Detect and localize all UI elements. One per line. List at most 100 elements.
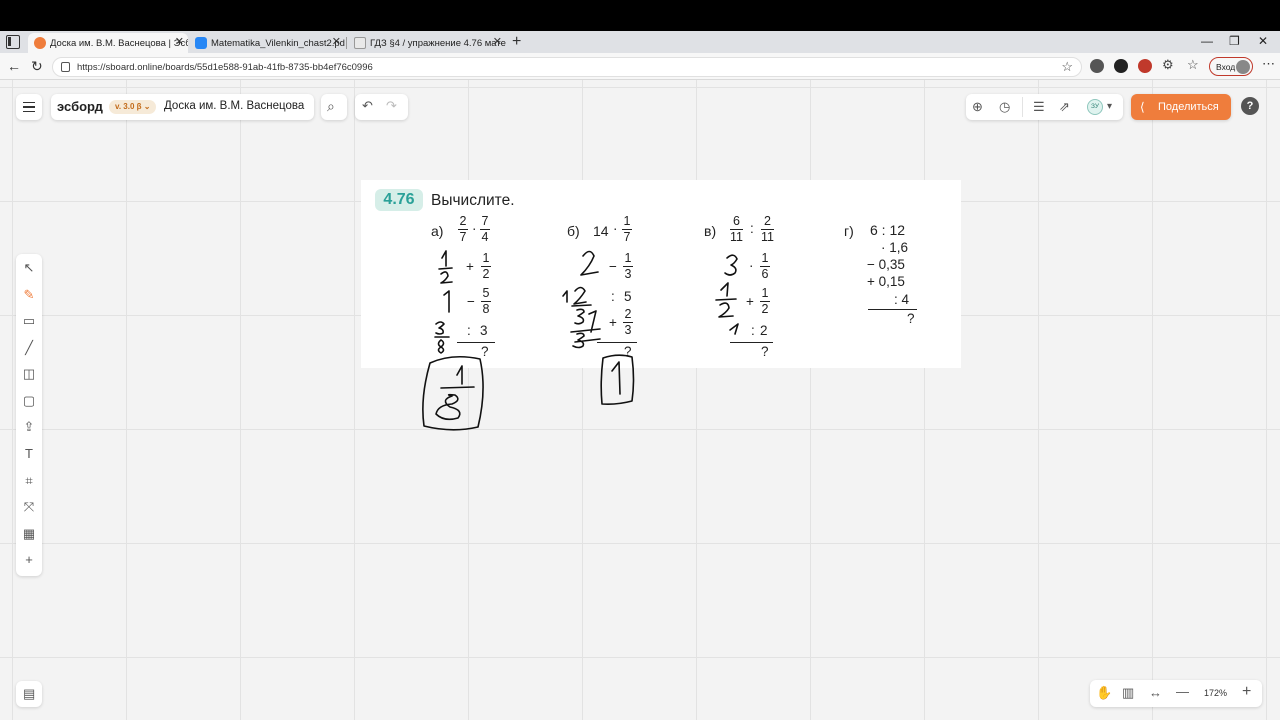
more-tools-icon[interactable]: + [21,552,37,568]
share-icon: ⟨ [1140,100,1145,114]
fraction: 58 [481,287,491,316]
fraction: 12 [760,287,770,316]
handwriting-layer[interactable] [0,80,1280,720]
select-cursor-icon[interactable]: ↖ [21,260,37,276]
divider-line [457,342,495,343]
favorite-star-icon[interactable]: ☆ [1061,59,1073,75]
expression-line: · 1,6 [881,240,909,255]
extension-icon[interactable] [1138,59,1152,73]
value: 5 [624,289,632,304]
user-avatar[interactable]: ЗУ [1087,99,1103,115]
denominator: 3 [624,267,632,281]
extensions-puzzle-icon[interactable]: ⚙ [1162,57,1174,72]
hand-icon[interactable]: ✋ [1096,686,1112,700]
numerator: 1 [623,214,631,228]
back-icon[interactable]: ← [7,58,21,74]
shapes-icon[interactable]: ◫ [21,366,37,382]
more-icon[interactable]: ⋯ [1262,56,1275,71]
new-tab-icon[interactable]: + [512,33,521,51]
operator: : [611,289,615,304]
divider-line [730,342,773,343]
zoom-out-icon[interactable]: — [1176,685,1189,699]
extension-icon[interactable] [1090,59,1104,73]
close-icon[interactable]: ✕ [175,35,184,48]
expression-line: : 4 [894,292,910,307]
tab-pdf[interactable]: Matematika_Vilenkin_chast2.pdf ✕ [189,33,345,53]
table-icon[interactable]: ▦ [21,526,37,542]
tab-title: Доска им. В.М. Васнецова | Эсборд [50,37,188,49]
timer-icon[interactable]: ◷ [999,100,1010,114]
help-button[interactable]: ? [1241,97,1259,115]
operator: · [472,221,477,236]
address-bar[interactable]: https://sboard.online/boards/55d1e588-91… [52,57,1082,77]
fraction: 13 [623,252,633,281]
map-icon[interactable]: ▥ [1122,686,1134,700]
avatar [1236,60,1250,74]
numerator: 1 [761,286,769,300]
tab-gdz[interactable]: ГДЗ §4 / упражнение 4.76 математика ✕ [348,33,506,53]
presentation-icon[interactable]: ☰ [1033,100,1045,114]
sboard-favicon-icon [34,37,46,49]
login-label: Вход [1216,61,1236,72]
url-text: https://sboard.online/boards/55d1e588-91… [77,62,373,73]
textbook-image[interactable]: 4.76 Вычислите. а) 27 · 74 + 12 − 58 : 3… [361,180,961,368]
comments-button[interactable]: ▤ [16,681,42,707]
tab-actions-icon[interactable] [6,35,20,49]
upload-icon[interactable]: ⇪ [21,419,37,435]
tab-title: ГДЗ §4 / упражнение 4.76 математика [370,37,506,49]
text-icon[interactable]: T [21,446,37,462]
history-panel: ↶ ↷ [355,94,408,120]
operator: : [750,221,754,236]
answer-placeholder: ? [907,311,915,326]
fraction: 17 [622,215,632,244]
zoom-in-icon[interactable]: + [1242,684,1251,700]
main-menu-button[interactable] [16,94,42,120]
minimize-icon[interactable]: — [1201,34,1213,48]
version-badge[interactable]: v. 3.0 β ⌄ [109,100,157,114]
app-logo[interactable]: эсборд [57,99,103,114]
item-v-label: в) [704,223,717,239]
close-window-icon[interactable]: ✕ [1258,34,1268,48]
board-title[interactable]: Доска им. В.М. Васнецова [164,100,304,112]
frame-icon[interactable]: ▭ [21,313,37,329]
fraction: 27 [458,215,468,244]
divider-line [597,342,637,343]
extension-icon[interactable] [1114,59,1128,73]
denominator: 11 [761,230,774,244]
restore-icon[interactable]: ❐ [1229,34,1240,48]
line-icon[interactable]: ╱ [21,340,37,356]
search-button[interactable]: ⌕ [321,94,347,120]
chevron-down-icon[interactable]: ▾ [1107,100,1112,114]
sticky-note-icon[interactable]: ▢ [21,393,37,409]
numerator: 2 [459,214,467,228]
crop-icon[interactable]: ⌗ [21,473,37,489]
add-icon[interactable]: ⊕ [972,100,983,114]
profile-button[interactable]: Вход [1209,57,1253,76]
close-icon[interactable]: ✕ [493,35,502,48]
close-icon[interactable]: ✕ [332,35,341,48]
vk-favicon-icon [195,37,207,49]
operator: + [466,259,474,274]
pen-icon[interactable]: ✎ [21,287,37,303]
ink-stroke [435,393,461,421]
site-info-icon[interactable] [61,62,70,72]
zoom-level[interactable]: 172% [1204,688,1227,698]
expression-line: 6 : 12 [870,222,906,238]
share-button[interactable]: ⟨ Поделиться [1131,94,1231,120]
version-label: v. 3.0 β [115,102,142,111]
denominator: 2 [761,302,769,316]
item-b-label: б) [567,223,580,239]
laser-pointer-icon[interactable]: ⇗ [1059,100,1070,114]
fit-width-icon[interactable]: ↔ [1149,686,1162,700]
redo-icon[interactable]: ↷ [386,99,397,113]
item-g-label: г) [844,223,854,239]
board-canvas[interactable]: эсборд v. 3.0 β ⌄ Доска им. В.М. Васнецо… [0,80,1280,720]
tab-sboard[interactable]: Доска им. В.М. Васнецова | Эсборд ✕ [28,33,188,53]
favorites-icon[interactable]: ☆ [1187,57,1199,72]
reload-icon[interactable]: ↻ [31,58,43,75]
undo-icon[interactable]: ↶ [362,99,373,113]
search-icon: ⌕ [327,98,335,114]
operator: · [613,221,618,236]
connector-icon[interactable]: ⤧ [21,499,37,515]
value: 14 [593,223,609,239]
